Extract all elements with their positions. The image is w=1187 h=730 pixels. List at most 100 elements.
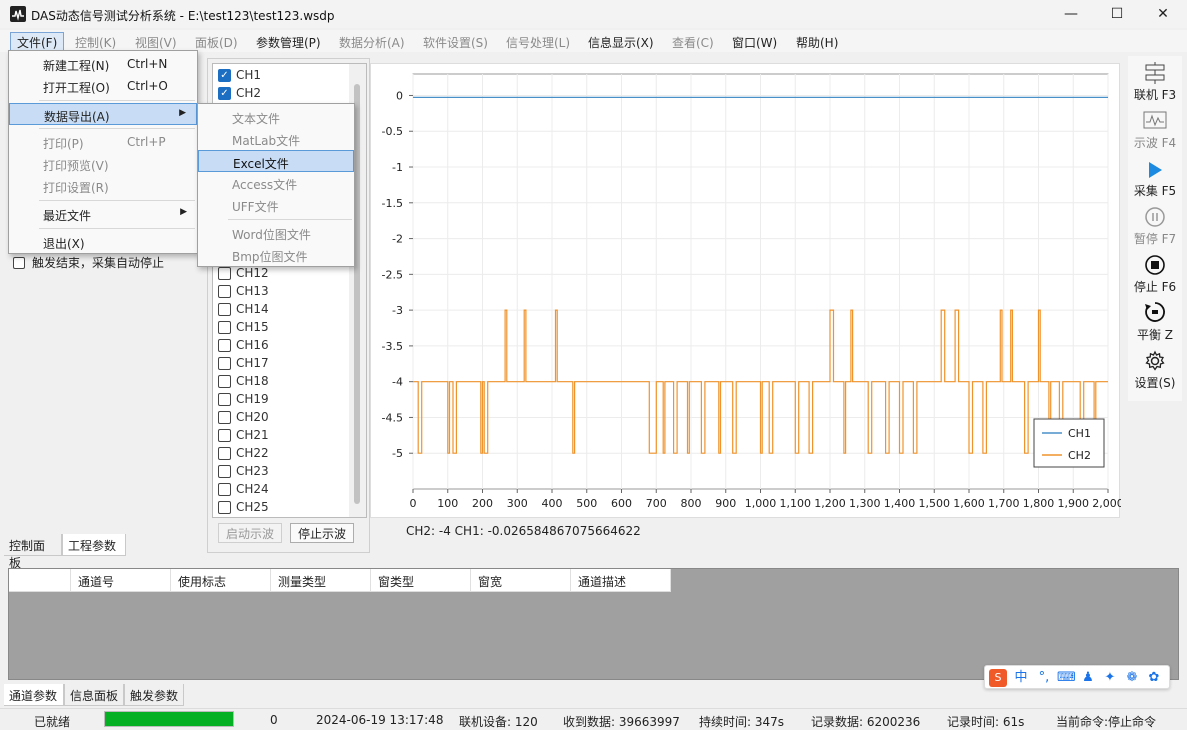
menu-params[interactable]: 参数管理(P) <box>249 32 328 51</box>
menu-print-setup[interactable]: 打印设置(R) <box>9 175 197 197</box>
channel-checkbox[interactable] <box>218 392 231 406</box>
menu-new-project[interactable]: 新建工程(N) Ctrl+N <box>9 53 197 75</box>
menu-recent-files[interactable]: 最近文件 ▶ <box>9 203 197 225</box>
channel-checkbox[interactable] <box>218 482 231 496</box>
settings-button[interactable]: 设置(S) <box>1128 348 1182 394</box>
menu-settings[interactable]: 软件设置(S) <box>416 32 495 51</box>
tab-project-params[interactable]: 工程参数 <box>62 534 126 556</box>
channel-item[interactable]: CH24 <box>218 480 269 498</box>
channel-checkbox[interactable] <box>218 410 231 424</box>
channel-item[interactable]: CH17 <box>218 354 269 372</box>
channel-item[interactable]: CH22 <box>218 444 269 462</box>
export-uff[interactable]: UFF文件 <box>198 194 354 216</box>
grid-header-use[interactable]: 使用标志 <box>171 569 271 592</box>
ime-ai-icon[interactable]: ❁ <box>1123 669 1141 687</box>
export-text[interactable]: 文本文件 <box>198 106 354 128</box>
tab-control-panel[interactable]: 控制面板 <box>4 534 62 570</box>
export-excel[interactable]: Excel文件 <box>198 150 354 172</box>
grid-header-window-width[interactable]: 窗宽 <box>471 569 571 592</box>
channel-checkbox[interactable] <box>218 356 231 370</box>
menu-data-export[interactable]: 数据导出(A) ▶ <box>9 103 197 125</box>
grid-header-window-type[interactable]: 窗类型 <box>371 569 471 592</box>
ime-logo-icon[interactable]: S <box>989 669 1007 687</box>
close-button[interactable]: ✕ <box>1140 0 1186 28</box>
channel-label: CH25 <box>236 500 269 514</box>
x-tick-label: 1,700 <box>988 497 1020 510</box>
tab-channel-params[interactable]: 通道参数 <box>4 684 64 706</box>
acquire-button[interactable]: 采集 F5 <box>1128 156 1182 202</box>
tab-trigger-params[interactable]: 触发参数 <box>124 684 184 706</box>
channel-item[interactable]: CH23 <box>218 462 269 480</box>
channel-item[interactable]: CH14 <box>218 300 269 318</box>
channel-checkbox[interactable]: ✓ <box>218 68 231 82</box>
oscilloscope-button[interactable]: 示波 F4 <box>1128 108 1182 154</box>
channel-checkbox[interactable] <box>218 374 231 388</box>
connect-button[interactable]: 联机 F3 <box>1128 60 1182 106</box>
menu-separator <box>39 228 195 229</box>
channel-checkbox[interactable] <box>218 464 231 478</box>
menu-panel[interactable]: 面板(D) <box>188 32 245 51</box>
channel-checkbox[interactable] <box>218 428 231 442</box>
trigger-auto-stop-option[interactable]: 触发结束，采集自动停止 <box>13 254 164 271</box>
stop-button[interactable]: 停止 F6 <box>1128 252 1182 298</box>
menu-signal[interactable]: 信号处理(L) <box>499 32 577 51</box>
ime-settings-icon[interactable]: ✿ <box>1145 669 1163 687</box>
pause-button[interactable]: 暂停 F7 <box>1128 204 1182 250</box>
x-tick-label: 800 <box>681 497 702 510</box>
menu-print-preview[interactable]: 打印预览(V) <box>9 153 197 175</box>
trigger-checkbox[interactable] <box>13 256 25 269</box>
export-word-bitmap[interactable]: Word位图文件 <box>198 222 354 244</box>
ime-skin-icon[interactable]: ✦ <box>1101 669 1119 687</box>
start-scope-button[interactable]: 启动示波 <box>218 523 282 543</box>
menu-info[interactable]: 信息显示(X) <box>581 32 661 51</box>
tab-info-panel[interactable]: 信息面板 <box>64 684 124 706</box>
grid-header-measure[interactable]: 测量类型 <box>271 569 371 592</box>
channel-item[interactable]: CH15 <box>218 318 269 336</box>
maximize-button[interactable]: ☐ <box>1094 0 1140 28</box>
channel-checkbox[interactable] <box>218 266 231 280</box>
channel-checkbox[interactable] <box>218 338 231 352</box>
channel-checkbox[interactable] <box>218 500 231 514</box>
menu-help[interactable]: 帮助(H) <box>789 32 845 51</box>
channel-item[interactable]: CH13 <box>218 282 269 300</box>
y-tick-label: -4.5 <box>382 411 403 424</box>
export-submenu: 文本文件 MatLab文件 Excel文件 Access文件 UFF文件 Wor… <box>197 103 355 267</box>
menu-analysis[interactable]: 数据分析(A) <box>332 32 412 51</box>
ime-user-icon[interactable]: ♟ <box>1079 669 1097 687</box>
grid-header-description[interactable]: 通道描述 <box>571 569 671 592</box>
progress-fill <box>105 712 233 726</box>
channel-item[interactable]: CH18 <box>218 372 269 390</box>
channel-checkbox[interactable] <box>218 446 231 460</box>
menu-control[interactable]: 控制(K) <box>68 32 123 51</box>
channel-checkbox[interactable] <box>218 284 231 298</box>
ime-punctuation-icon[interactable]: °, <box>1035 669 1053 687</box>
export-bmp-bitmap[interactable]: Bmp位图文件 <box>198 244 354 266</box>
balance-button[interactable]: 平衡 Z <box>1128 300 1182 346</box>
channel-checkbox[interactable] <box>218 302 231 316</box>
channel-item[interactable]: ✓ CH2 <box>218 84 261 102</box>
stop-scope-button[interactable]: 停止示波 <box>290 523 354 543</box>
menu-lookup[interactable]: 查看(C) <box>665 32 721 51</box>
grid-header-channel[interactable]: 通道号 <box>71 569 171 592</box>
x-tick-label: 200 <box>472 497 493 510</box>
channel-item[interactable]: CH25 <box>218 498 269 516</box>
menu-print[interactable]: 打印(P) Ctrl+P <box>9 131 197 153</box>
menu-exit[interactable]: 退出(X) <box>9 231 197 253</box>
menu-window[interactable]: 窗口(W) <box>725 32 784 51</box>
channel-item[interactable]: ✓ CH1 <box>218 66 261 84</box>
menu-open-project[interactable]: 打开工程(O) Ctrl+O <box>9 75 197 97</box>
ime-keyboard-icon[interactable]: ⌨ <box>1057 669 1076 687</box>
channel-item[interactable]: CH16 <box>218 336 269 354</box>
channel-checkbox[interactable]: ✓ <box>218 86 231 100</box>
export-access[interactable]: Access文件 <box>198 172 354 194</box>
channel-item[interactable]: CH20 <box>218 408 269 426</box>
export-matlab[interactable]: MatLab文件 <box>198 128 354 150</box>
channel-item[interactable]: CH19 <box>218 390 269 408</box>
channel-label: CH13 <box>236 284 269 298</box>
minimize-button[interactable]: — <box>1048 0 1094 28</box>
menu-file[interactable]: 文件(F) <box>10 32 65 51</box>
channel-checkbox[interactable] <box>218 320 231 334</box>
menu-view[interactable]: 视图(V) <box>128 32 184 51</box>
ime-chinese-icon[interactable]: 中 <box>1012 669 1030 687</box>
channel-item[interactable]: CH21 <box>218 426 269 444</box>
